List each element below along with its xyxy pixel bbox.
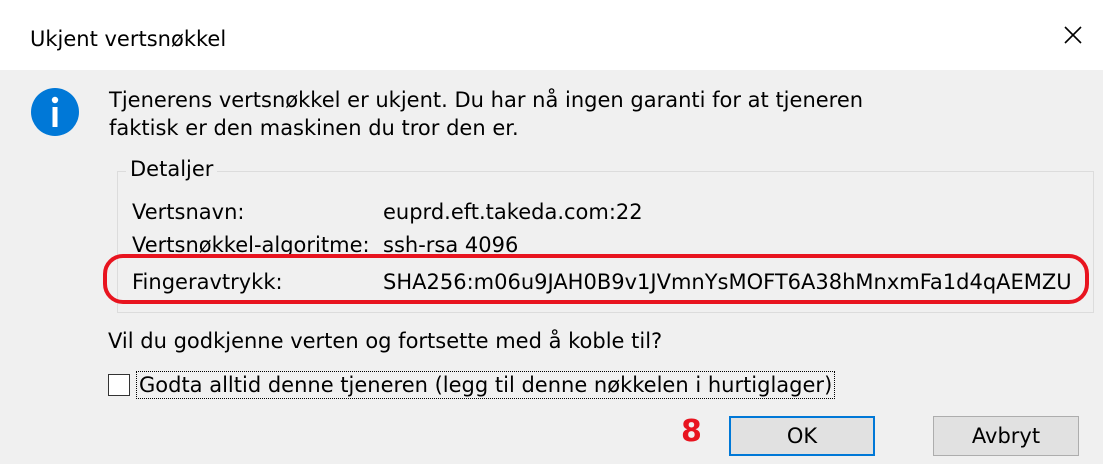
host-key-dialog: Ukjent vertsnøkkel Tjenerens vertsnøkkel… — [0, 0, 1103, 464]
dialog-body: Tjenerens vertsnøkkel er ukjent. Du har … — [0, 70, 1103, 464]
always-accept-label[interactable]: Godta alltid denne tjeneren (legg til de… — [136, 371, 836, 399]
confirm-question: Vil du godkjenne verten og fortsette med… — [108, 329, 663, 353]
hostname-label: Vertsnavn: — [132, 200, 245, 224]
step-number-annotation: 8 — [681, 414, 702, 449]
cancel-button[interactable]: Avbryt — [933, 416, 1079, 456]
details-legend: Detaljer — [126, 157, 218, 181]
close-icon — [1064, 26, 1082, 44]
title-bar: Ukjent vertsnøkkel — [0, 0, 1103, 70]
fingerprint-highlight-annotation — [103, 254, 1089, 304]
info-icon — [31, 88, 79, 136]
warning-message: Tjenerens vertsnøkkel er ukjent. Du har … — [109, 86, 1009, 142]
ok-button[interactable]: OK — [729, 416, 875, 456]
message-line-2: faktisk er den maskinen du tror den er. — [109, 116, 519, 140]
message-line-1: Tjenerens vertsnøkkel er ukjent. Du har … — [109, 88, 864, 112]
always-accept-checkbox[interactable] — [108, 374, 130, 396]
hostname-value: euprd.eft.takeda.com:22 — [383, 200, 643, 224]
always-accept-option[interactable]: Godta alltid denne tjeneren (legg til de… — [108, 371, 836, 399]
dialog-title: Ukjent vertsnøkkel — [30, 27, 227, 51]
close-button[interactable] — [1043, 10, 1103, 60]
